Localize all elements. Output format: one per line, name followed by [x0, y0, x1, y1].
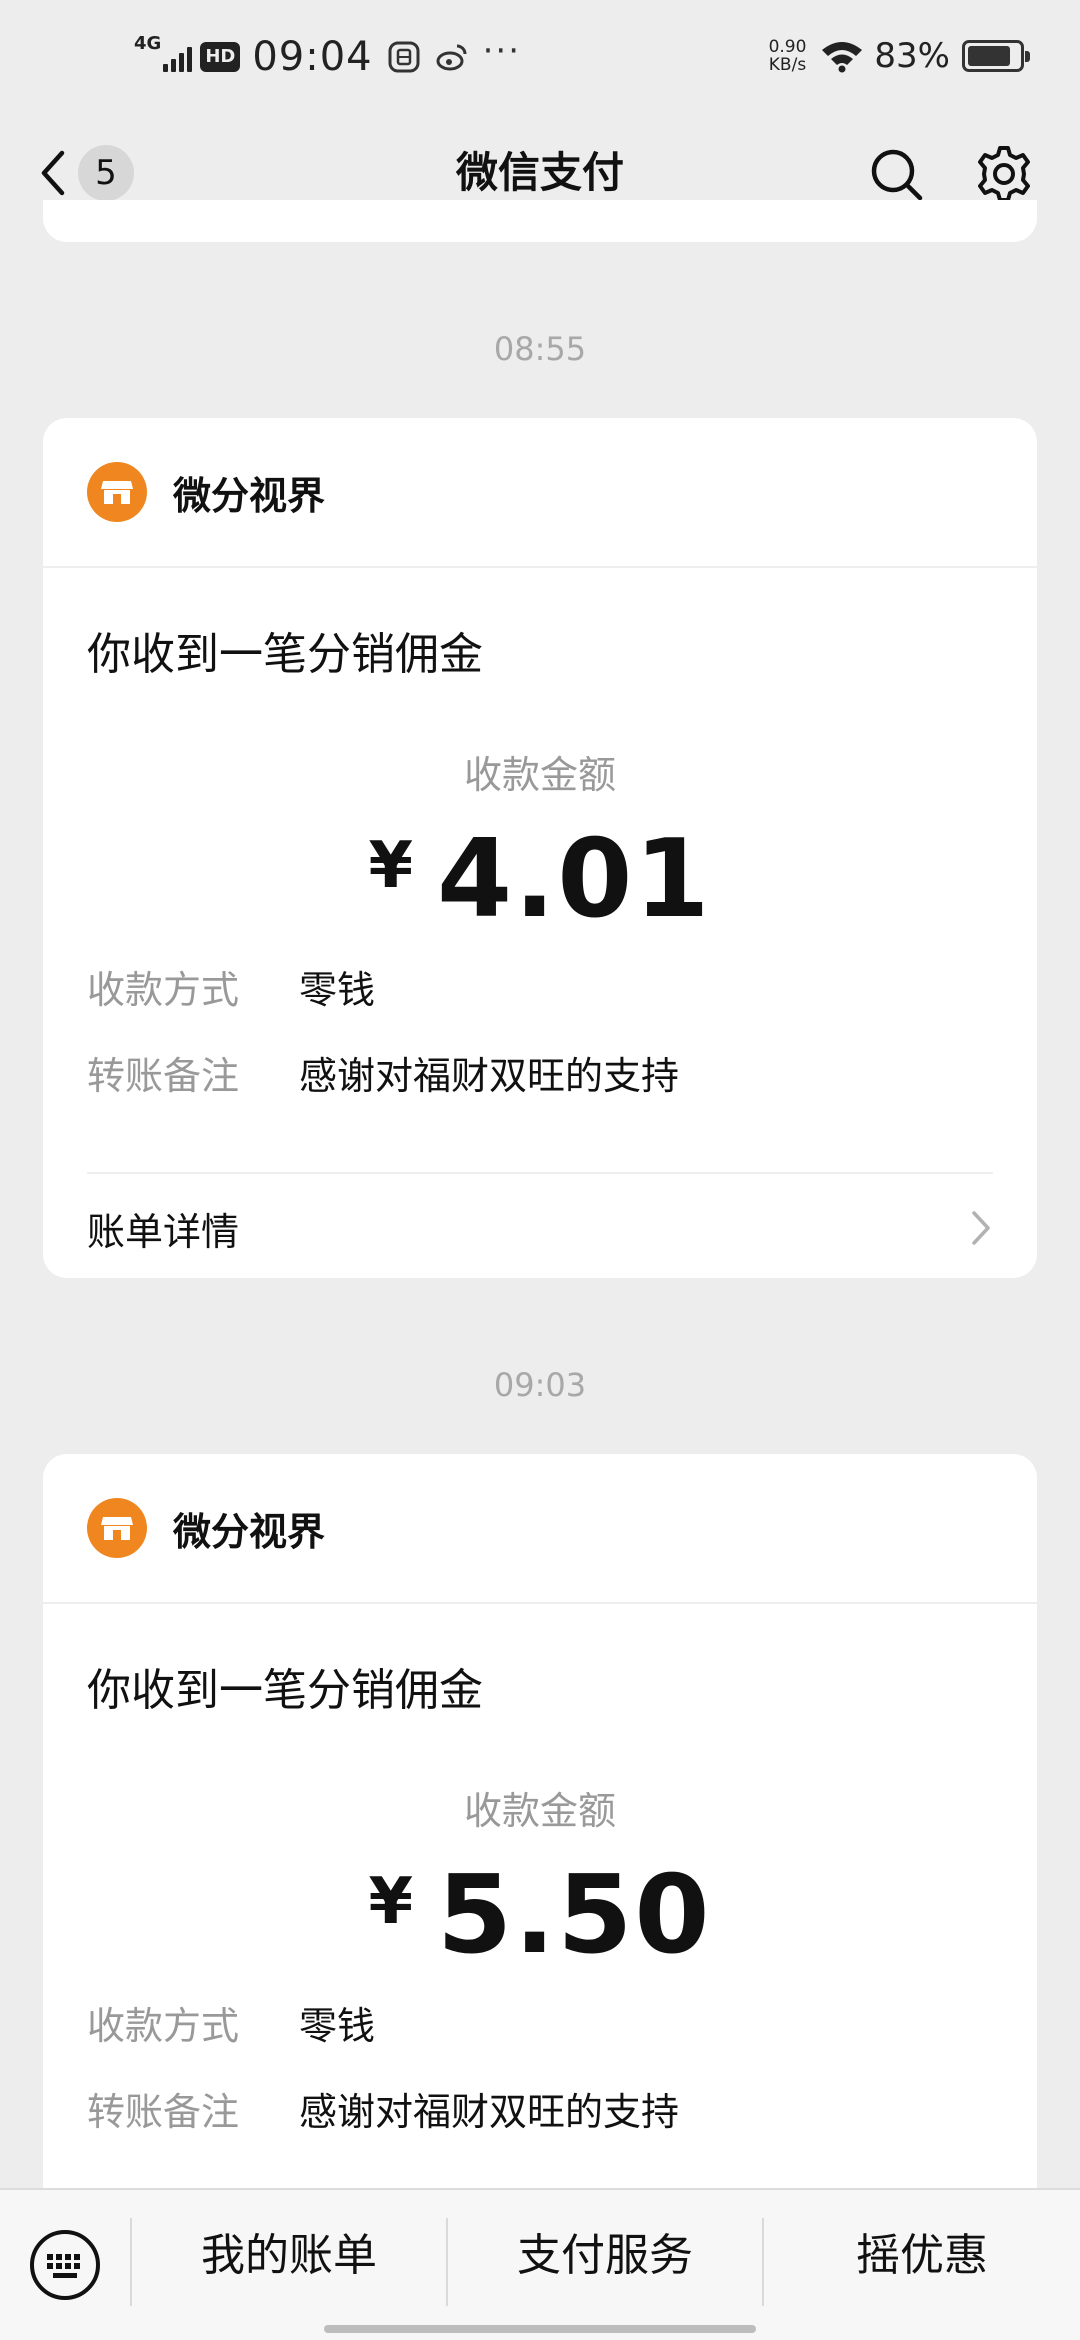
- menu-my-bills[interactable]: 我的账单: [132, 2190, 446, 2322]
- merchant-name: 微分视界: [173, 1509, 326, 1554]
- bill-details-link[interactable]: 账单详情: [87, 1174, 993, 1278]
- menu-payment-services[interactable]: 支付服务: [448, 2190, 762, 2322]
- battery-icon: [962, 40, 1030, 72]
- signal-icon: [163, 42, 193, 72]
- status-left: 4G HD 09:04 ···: [134, 31, 522, 80]
- menu-shake-offers[interactable]: 摇优惠: [764, 2190, 1080, 2322]
- status-bar: 4G HD 09:04 ··· 0.90 KB/s 83%: [0, 0, 1080, 118]
- transfer-note-value: 感谢对福财双旺的支持: [299, 2090, 680, 2134]
- transfer-note-label: 转账备注: [87, 1054, 240, 1098]
- currency-symbol: ¥: [368, 1864, 414, 1939]
- wifi-icon: [822, 42, 863, 73]
- message-timestamp: 08:55: [493, 330, 587, 368]
- keyboard-icon[interactable]: [28, 2228, 102, 2302]
- store-icon: [87, 1498, 147, 1558]
- payment-method-label: 收款方式: [87, 968, 240, 1012]
- payment-method-value: 零钱: [299, 968, 376, 1012]
- battery-fill: [968, 46, 1010, 66]
- payment-method-row: 收款方式 零钱: [87, 1996, 993, 2056]
- weibo-icon: [436, 44, 467, 71]
- merchant-header[interactable]: 微分视界: [43, 1454, 1037, 1604]
- amount-label: 收款金额: [463, 753, 616, 797]
- payment-method-value: 零钱: [299, 2004, 376, 2048]
- amount-value: 4.01: [437, 817, 712, 942]
- currency-symbol: ¥: [368, 828, 414, 903]
- message-body: 你收到一笔分销佣金 收款金额 ¥ 4.01 收款方式 零钱 转账备注 感谢对福财…: [43, 618, 1037, 1278]
- merchant-header[interactable]: 微分视界: [43, 418, 1037, 568]
- gear-icon[interactable]: [974, 144, 1034, 204]
- amount-value: 5.50: [437, 1853, 712, 1978]
- transfer-note-label: 转账备注: [87, 2090, 240, 2134]
- home-indicator[interactable]: [324, 2325, 756, 2333]
- search-icon[interactable]: [868, 146, 924, 202]
- chevron-right-icon: [972, 1211, 990, 1245]
- payment-method-row: 收款方式 零钱: [87, 960, 993, 1020]
- transfer-note-value: 感谢对福财双旺的支持: [299, 1054, 680, 1098]
- speed-unit: KB/s: [768, 55, 807, 75]
- app-notification-icon: [388, 41, 420, 73]
- message-body: 你收到一笔分销佣金 收款金额 ¥ 5.50 收款方式 零钱 转账备注 感谢对福财…: [43, 1654, 1037, 2142]
- back-button[interactable]: 5: [36, 142, 146, 204]
- previous-message-card[interactable]: [43, 200, 1037, 242]
- message-card[interactable]: 微分视界 你收到一笔分销佣金 收款金额 ¥ 4.01 收款方式 零钱 转账备注 …: [43, 418, 1037, 1278]
- speed-value: 0.90: [768, 37, 807, 57]
- payment-method-label: 收款方式: [87, 2004, 240, 2048]
- bottom-menu-bar: 我的账单 支付服务 摇优惠: [0, 2188, 1080, 2340]
- hd-badge: HD: [200, 42, 241, 72]
- message-timestamp: 09:03: [493, 1366, 587, 1404]
- transfer-note-row: 转账备注 感谢对福财双旺的支持: [87, 1046, 993, 1106]
- message-title: 你收到一笔分销佣金: [87, 629, 483, 680]
- message-card[interactable]: 微分视界 你收到一笔分销佣金 收款金额 ¥ 5.50 收款方式 零钱 转账备注 …: [43, 1454, 1037, 2214]
- chevron-left-icon: [41, 150, 65, 196]
- network-type: 4G: [134, 32, 162, 54]
- status-right: 0.90 KB/s 83%: [769, 36, 1030, 76]
- amount-label: 收款金额: [463, 1789, 616, 1833]
- unread-count-badge: 5: [78, 145, 134, 201]
- network-speed: 0.90 KB/s: [769, 38, 807, 74]
- more-notifications-icon: ···: [482, 31, 522, 71]
- amount: ¥ 5.50: [87, 1853, 993, 1978]
- battery-percent: 83%: [874, 36, 950, 76]
- status-time: 09:04: [252, 34, 373, 80]
- merchant-name: 微分视界: [173, 473, 326, 518]
- amount: ¥ 4.01: [87, 817, 993, 942]
- store-icon: [87, 462, 147, 522]
- transfer-note-row: 转账备注 感谢对福财双旺的支持: [87, 2082, 993, 2142]
- message-title: 你收到一笔分销佣金: [87, 1665, 483, 1716]
- bill-details-label: 账单详情: [87, 1209, 240, 1254]
